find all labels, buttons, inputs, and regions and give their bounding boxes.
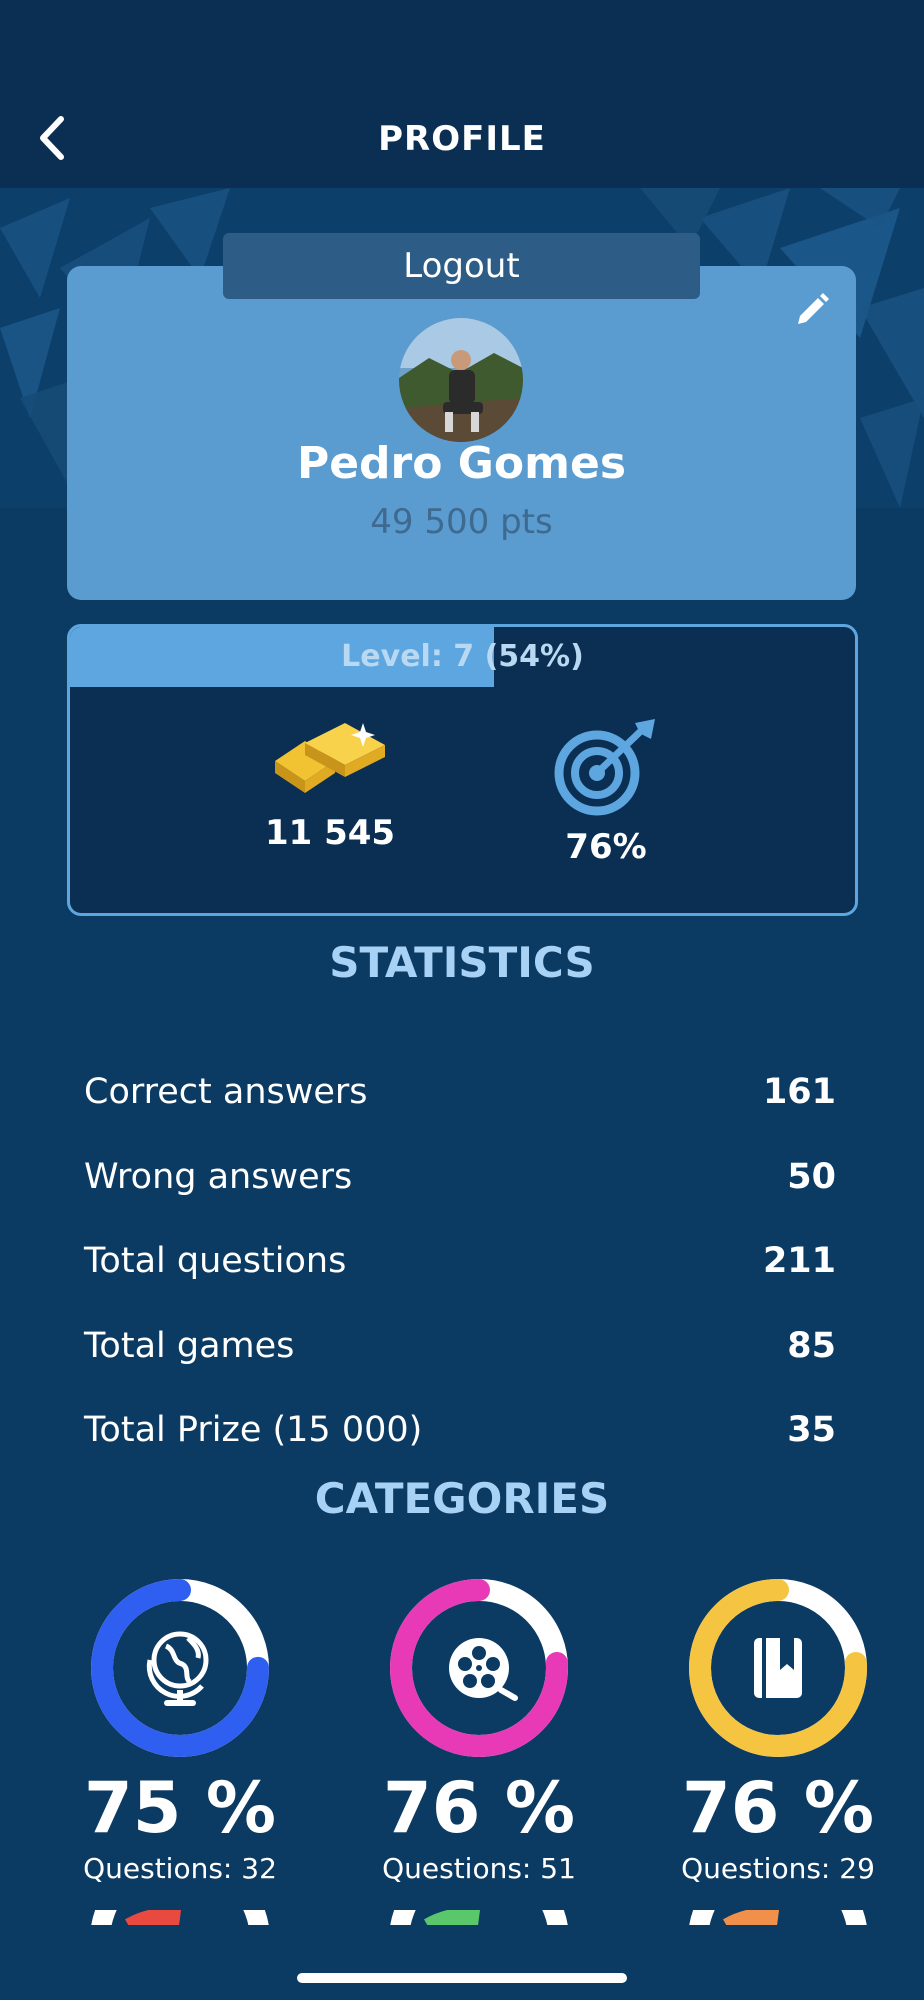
logout-button[interactable]: Logout	[223, 233, 700, 299]
categories-title: CATEGORIES	[314, 1474, 610, 1523]
category-progress-ring	[390, 1579, 568, 1757]
statistics-value: 211	[762, 1241, 836, 1282]
status-bar	[0, 0, 924, 90]
statistics-label: Correct answers	[84, 1072, 368, 1113]
accuracy-value: 76%	[565, 827, 647, 867]
statistics-list: Correct answers 161 Wrong answers 50 Total q…	[84, 1050, 836, 1473]
gold-value: 11 545	[264, 813, 396, 853]
category-questions: Questions: 29	[681, 1852, 875, 1885]
statistics-row: Total questions 211	[84, 1219, 836, 1304]
film-reel-icon	[449, 1638, 518, 1701]
profile-card: Pedro Gomes 49 500 pts	[67, 266, 856, 600]
category-percent: 76 %	[682, 1767, 874, 1849]
statistics-row: Correct answers 161	[84, 1050, 836, 1135]
level-card: Level: 7 (54%) 11 545 76%	[67, 624, 858, 916]
statistics-row: Wrong answers 50	[84, 1135, 836, 1220]
level-label: Level: 7 (54%)	[341, 639, 584, 674]
statistics-label: Total games	[84, 1325, 295, 1366]
user-points: 49 500 pts	[370, 502, 553, 542]
edit-pencil-icon[interactable]	[792, 288, 832, 328]
category-card[interactable]: 76 % Questions: 51	[369, 1578, 589, 1885]
statistics-title: STATISTICS	[329, 938, 595, 987]
statistics-label: Total questions	[84, 1241, 347, 1282]
statistics-value: 35	[787, 1410, 836, 1451]
bottom-area	[0, 1925, 924, 2000]
gold-stat: 11 545	[230, 717, 430, 853]
book-icon	[754, 1638, 802, 1698]
statistics-row: Total games 85	[84, 1304, 836, 1389]
user-name: Pedro Gomes	[296, 438, 627, 489]
category-progress-ring	[91, 1579, 269, 1757]
statistics-value: 85	[787, 1325, 836, 1366]
back-button[interactable]	[24, 110, 80, 166]
accuracy-stat: 76%	[506, 717, 706, 867]
gold-bars-icon	[275, 723, 385, 793]
category-percent: 76 %	[383, 1767, 575, 1849]
statistics-value: 161	[762, 1072, 836, 1113]
category-card[interactable]: 76 % Questions: 29	[668, 1578, 888, 1885]
category-questions: Questions: 32	[83, 1852, 277, 1885]
target-icon	[554, 719, 655, 816]
statistics-row: Total Prize (15 000) 35	[84, 1388, 836, 1473]
category-questions: Questions: 51	[382, 1852, 576, 1885]
chevron-left-icon	[40, 116, 64, 160]
statistics-value: 50	[787, 1156, 836, 1197]
page-title: PROFILE	[378, 119, 546, 159]
globe-icon	[146, 1631, 209, 1706]
avatar-photo	[399, 318, 523, 442]
home-indicator[interactable]	[297, 1973, 627, 1983]
statistics-label: Wrong answers	[84, 1156, 353, 1197]
avatar	[399, 318, 523, 442]
category-percent: 75 %	[84, 1767, 276, 1849]
nav-bar: PROFILE	[0, 90, 924, 188]
category-card[interactable]: 75 % Questions: 32	[70, 1578, 290, 1885]
statistics-label: Total Prize (15 000)	[84, 1410, 423, 1451]
category-progress-ring	[689, 1579, 867, 1757]
